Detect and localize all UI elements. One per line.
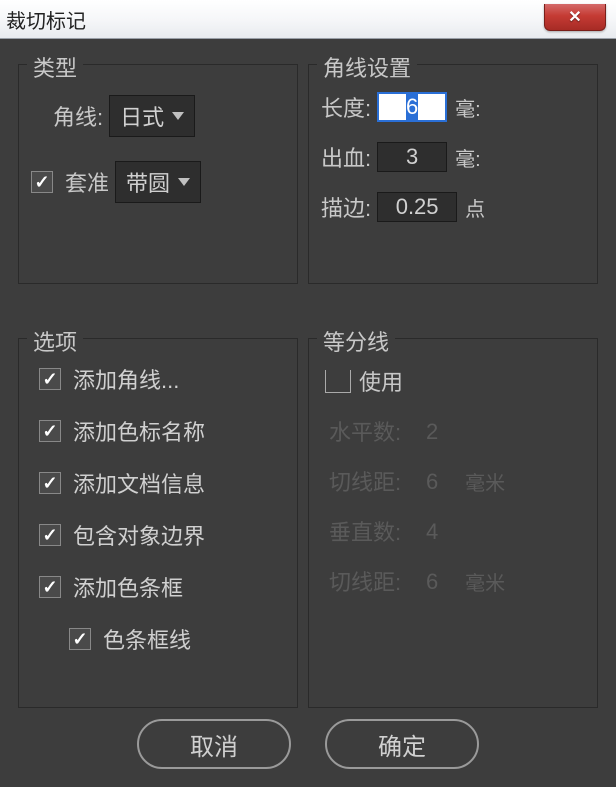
option-label-5: 色条框线: [103, 623, 191, 655]
dialog-content: 类型 角线: 日式 套准 带圆 角线设置 长度: 毫: 出血:: [18, 48, 598, 697]
taozhun-value: 带圆: [126, 166, 170, 198]
group-corner-legend: 角线设置: [317, 51, 417, 83]
bleed-input[interactable]: [377, 142, 447, 172]
stroke-input[interactable]: [377, 192, 457, 222]
taozhun-checkbox[interactable]: [31, 171, 53, 193]
jiaoxian-value: 日式: [120, 100, 164, 132]
option-label-1: 添加色标名称: [73, 415, 205, 447]
divide-input-2[interactable]: 4: [407, 516, 457, 546]
row-taozhun: 套准 带圆: [31, 161, 285, 203]
divide-input-0[interactable]: 2: [407, 416, 457, 446]
close-icon: ✕: [568, 7, 581, 27]
jiaoxian-label: 角线:: [53, 100, 103, 132]
option-checkbox-3[interactable]: [39, 524, 61, 546]
cancel-button[interactable]: 取消: [137, 719, 291, 769]
option-checkbox-5[interactable]: [69, 628, 91, 650]
divide-row-0: 水平数:2: [329, 415, 585, 447]
divide-unit-3: 毫米: [465, 567, 505, 596]
divide-input-3[interactable]: 6: [407, 566, 457, 596]
stroke-label: 描边:: [321, 191, 371, 223]
option-row-3: 包含对象边界: [39, 519, 285, 551]
divide-input-1[interactable]: 6: [407, 466, 457, 496]
row-jiaoxian: 角线: 日式: [53, 95, 285, 137]
bleed-label: 出血:: [321, 141, 371, 173]
option-row-4: 添加色条框: [39, 571, 285, 603]
close-button[interactable]: ✕: [544, 4, 606, 31]
length-input[interactable]: [377, 92, 447, 122]
group-type: 类型 角线: 日式 套准 带圆: [18, 64, 298, 284]
option-label-4: 添加色条框: [73, 571, 183, 603]
option-label-0: 添加角线...: [73, 363, 179, 395]
button-bar: 取消 确定: [0, 719, 616, 769]
divide-row-1: 切线距:6 毫米: [329, 465, 585, 497]
divide-row-2: 垂直数:4: [329, 515, 585, 547]
group-corner: 角线设置 长度: 毫: 出血: 毫: 描边: 点: [308, 64, 598, 284]
option-checkbox-1[interactable]: [39, 420, 61, 442]
chevron-down-icon: [172, 112, 184, 120]
divide-label-0: 水平数:: [329, 415, 401, 447]
taozhun-label: 套准: [65, 166, 109, 198]
ok-button[interactable]: 确定: [325, 719, 479, 769]
option-label-3: 包含对象边界: [73, 519, 205, 551]
length-label: 长度:: [321, 91, 371, 123]
divide-row-3: 切线距:6 毫米: [329, 565, 585, 597]
option-row-1: 添加色标名称: [39, 415, 285, 447]
length-unit: 毫:: [455, 93, 481, 122]
chevron-down-icon: [178, 178, 190, 186]
option-label-2: 添加文档信息: [73, 467, 205, 499]
group-type-legend: 类型: [27, 51, 83, 83]
row-length: 长度: 毫:: [321, 91, 585, 123]
taozhun-select[interactable]: 带圆: [115, 161, 201, 203]
group-divide-legend: 等分线: [317, 325, 395, 357]
option-checkbox-4[interactable]: [39, 576, 61, 598]
divide-label-2: 垂直数:: [329, 515, 401, 547]
row-stroke: 描边: 点: [321, 191, 585, 223]
option-checkbox-0[interactable]: [39, 368, 61, 390]
stroke-unit: 点: [465, 193, 485, 222]
option-checkbox-2[interactable]: [39, 472, 61, 494]
jiaoxian-select[interactable]: 日式: [109, 95, 195, 137]
divide-label-3: 切线距:: [329, 565, 401, 597]
group-divide: 等分线 使用 水平数:2切线距:6毫米垂直数:4切线距:6毫米: [308, 338, 598, 708]
window-title: 裁切标记: [6, 5, 86, 34]
group-options-legend: 选项: [27, 325, 83, 357]
option-row-2: 添加文档信息: [39, 467, 285, 499]
use-checkbox[interactable]: [325, 370, 351, 393]
option-row-0: 添加角线...: [39, 363, 285, 395]
divide-label-1: 切线距:: [329, 465, 401, 497]
use-label: 使用: [359, 365, 403, 397]
option-row-5: 色条框线: [69, 623, 285, 655]
divide-unit-1: 毫米: [465, 467, 505, 496]
row-use: 使用: [325, 365, 585, 397]
bleed-unit: 毫:: [455, 143, 481, 172]
group-options: 选项 添加角线...添加色标名称添加文档信息包含对象边界添加色条框色条框线: [18, 338, 298, 708]
row-bleed: 出血: 毫:: [321, 141, 585, 173]
titlebar: 裁切标记 ✕: [0, 0, 616, 39]
